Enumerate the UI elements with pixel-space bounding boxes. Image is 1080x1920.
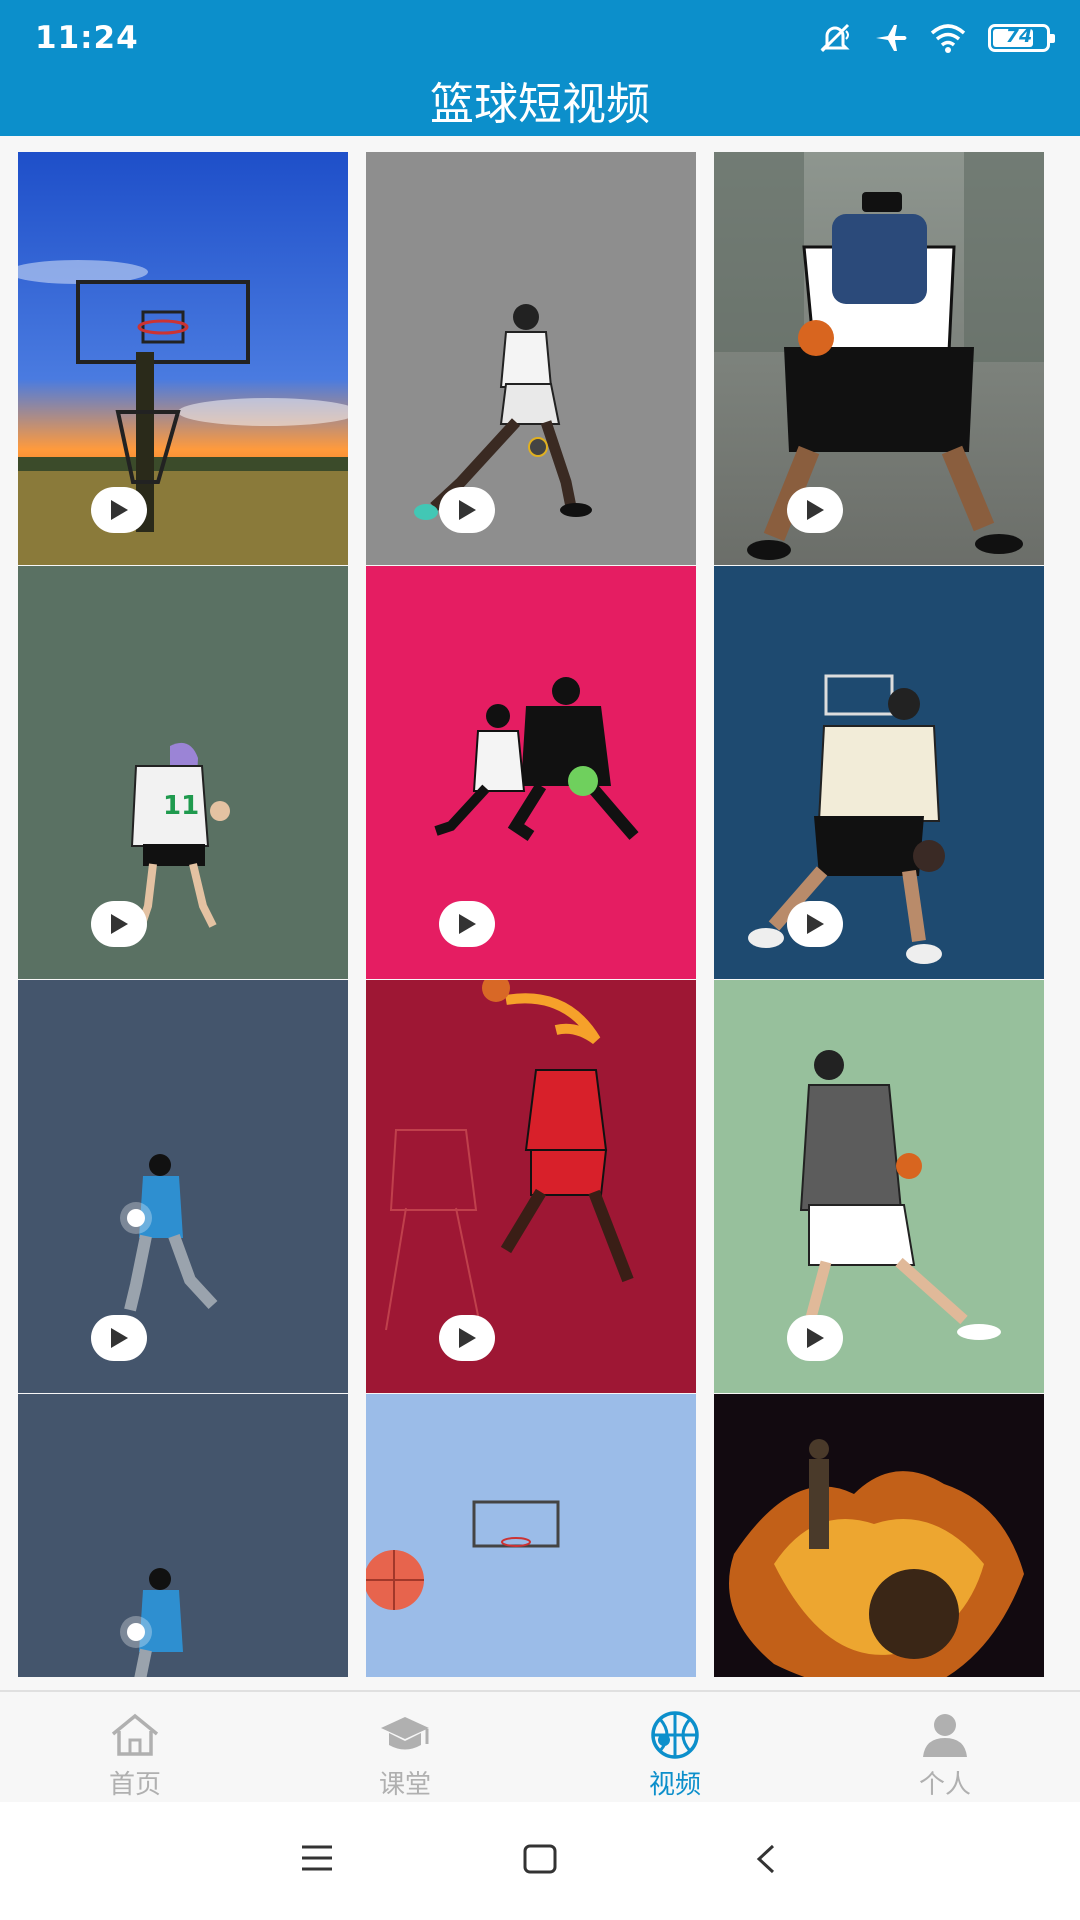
play-button[interactable]	[439, 1315, 495, 1361]
battery-icon: 74	[988, 24, 1055, 52]
basketball-icon	[605, 1710, 745, 1760]
girl-jersey-11-image: 11	[18, 566, 348, 979]
video-thumbnail-11[interactable]	[366, 1394, 696, 1677]
bottom-nav: 首页 课堂 视频 个人	[0, 1690, 1080, 1804]
blue-jacket-player-2-image	[18, 1394, 348, 1677]
video-thumbnail-7[interactable]	[18, 980, 348, 1393]
nav-label-home: 首页	[108, 1770, 161, 1800]
nav-item-classroom[interactable]: 课堂	[335, 1710, 475, 1801]
video-thumbnail-5[interactable]	[366, 566, 696, 979]
video-thumbnail-1[interactable]	[18, 152, 348, 565]
fire-player-image	[714, 1394, 1044, 1677]
graduation-cap-icon	[335, 1710, 475, 1760]
hoodie-player-hoop-image	[714, 566, 1044, 979]
play-button[interactable]	[439, 487, 495, 533]
video-thumbnail-9[interactable]	[714, 980, 1044, 1393]
nav-label-video: 视频	[648, 1770, 701, 1800]
status-icons: 74	[818, 18, 1055, 58]
wifi-icon	[930, 23, 966, 53]
app-bar: 篮球短视频	[0, 76, 1080, 136]
system-nav-bar	[0, 1802, 1080, 1920]
nav-item-video[interactable]: 视频	[605, 1710, 745, 1801]
video-thumbnail-6[interactable]	[714, 566, 1044, 979]
menu-icon[interactable]	[300, 1844, 334, 1876]
nav-label-profile: 个人	[918, 1770, 971, 1800]
play-button[interactable]	[91, 487, 147, 533]
airplane-icon	[874, 23, 908, 53]
ball-and-hoop-image	[366, 1394, 696, 1677]
play-button[interactable]	[787, 487, 843, 533]
two-players-defense-image	[366, 566, 696, 979]
back-icon[interactable]	[755, 1844, 777, 1878]
video-thumbnail-4[interactable]: 11	[18, 566, 348, 979]
person-icon	[875, 1710, 1015, 1760]
play-button[interactable]	[787, 901, 843, 947]
mute-icon	[818, 23, 852, 53]
status-bar: 11:24 74	[0, 0, 1080, 76]
hoop-sunset-image	[18, 152, 348, 565]
video-thumbnail-2[interactable]	[366, 152, 696, 565]
status-time: 11:24	[35, 20, 139, 56]
battery-level: 74	[1005, 25, 1033, 47]
play-button[interactable]	[91, 901, 147, 947]
blue-jacket-player-image	[18, 980, 348, 1393]
svg-text:11: 11	[163, 791, 199, 821]
player-white-jersey-image	[366, 152, 696, 565]
video-grid: 11	[18, 152, 1044, 1677]
home-square-icon[interactable]	[523, 1844, 557, 1878]
nav-label-classroom: 课堂	[378, 1770, 431, 1800]
home-icon	[65, 1710, 205, 1760]
play-button[interactable]	[787, 1315, 843, 1361]
page-title: 篮球短视频	[430, 79, 650, 130]
video-thumbnail-3[interactable]	[714, 152, 1044, 565]
player-backpack-street-image	[714, 152, 1044, 565]
nav-item-home[interactable]: 首页	[65, 1710, 205, 1801]
video-thumbnail-8[interactable]	[366, 980, 696, 1393]
grey-hoodie-player-image	[714, 980, 1044, 1393]
play-button[interactable]	[91, 1315, 147, 1361]
video-thumbnail-12[interactable]	[714, 1394, 1044, 1677]
dunk-red-jersey-23-image	[366, 980, 696, 1393]
video-thumbnail-10[interactable]	[18, 1394, 348, 1677]
play-button[interactable]	[439, 901, 495, 947]
nav-item-profile[interactable]: 个人	[875, 1710, 1015, 1801]
